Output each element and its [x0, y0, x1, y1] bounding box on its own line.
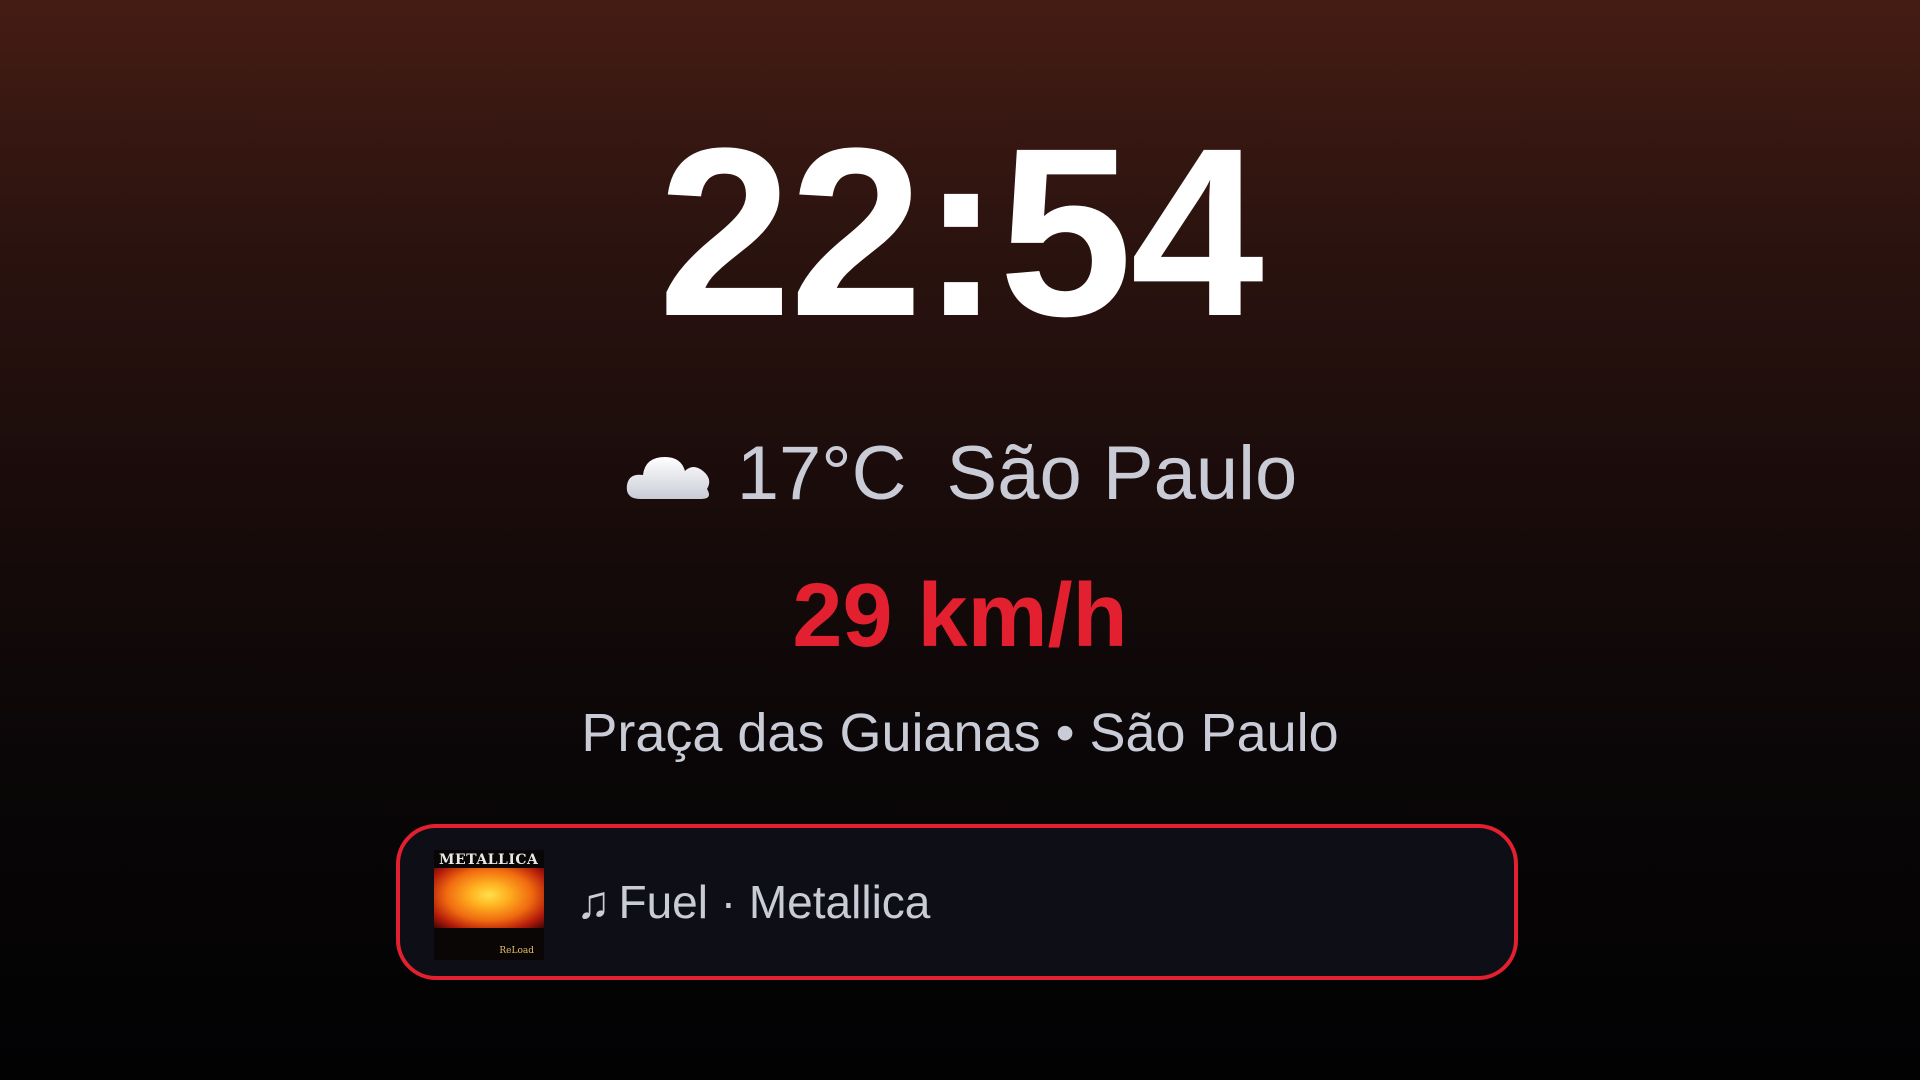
album-subtitle: ReLoad [499, 946, 534, 956]
weather-row: 17°C São Paulo [0, 432, 1920, 516]
now-playing-card[interactable]: METALLICA ReLoad ♫ Fuel · Metallica [396, 824, 1518, 980]
weather-city: São Paulo [946, 431, 1298, 516]
speed-readout: 29 km/h [792, 566, 1128, 666]
album-band-logo: METALLICA [439, 852, 539, 868]
clock-time: 22:54 [658, 98, 1264, 366]
album-art: METALLICA ReLoad [434, 850, 544, 960]
music-note-icon: ♫ [576, 876, 611, 928]
dashboard-screen: 22:54 17°C São Paulo 29 km/h Praça das G… [0, 0, 1920, 1080]
current-location: Praça das Guianas • São Paulo [581, 703, 1339, 763]
weather-temperature: 17°C [736, 431, 907, 516]
track-info: ♫ Fuel · Metallica [576, 828, 930, 976]
album-art-fire [434, 868, 544, 928]
track-title-artist: Fuel · Metallica [618, 876, 931, 928]
cloud-icon [623, 445, 715, 503]
